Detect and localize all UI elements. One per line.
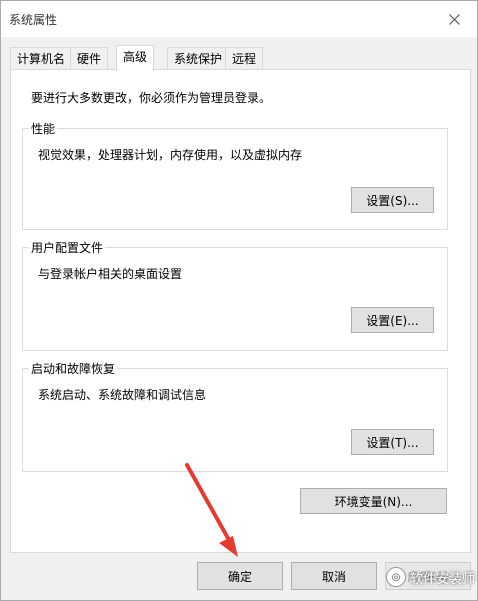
tab-hardware[interactable]: 硬件 [70,47,109,70]
startup-recovery-group: 启动和故障恢复 系统启动、系统故障和调试信息 设置(T)... [22,360,448,472]
close-icon [448,13,460,25]
window-title: 系统属性 [9,13,58,27]
admin-note: 要进行大多数更改，你必须作为管理员登录。 [31,91,272,105]
user-profiles-group-title: 用户配置文件 [29,239,106,256]
performance-group: 性能 视觉效果，处理器计划，内存使用，以及虚拟内存 设置(S)... [22,120,448,230]
startup-recovery-group-title: 启动和故障恢复 [29,360,118,377]
performance-settings-button[interactable]: 设置(S)... [351,187,434,213]
watermark: ◎ 软件安装师 [386,566,475,588]
startup-recovery-settings-button[interactable]: 设置(T)... [351,429,434,455]
startup-recovery-desc: 系统启动、系统故障和调试信息 [38,388,207,402]
environment-variables-button[interactable]: 环境变量(N)... [300,488,447,514]
close-button[interactable] [431,1,477,37]
ok-button[interactable]: 确定 [197,562,283,590]
tab-remote[interactable]: 远程 [225,47,264,70]
tab-computer-name[interactable]: 计算机名 [10,47,73,70]
user-profiles-group: 用户配置文件 与登录帐户相关的桌面设置 设置(E)... [22,239,448,351]
advanced-tab-panel: 要进行大多数更改，你必须作为管理员登录。 性能 视觉效果，处理器计划，内存使用，… [10,69,471,553]
watermark-logo-icon: ◎ [386,567,406,587]
user-profiles-settings-button[interactable]: 设置(E)... [351,307,434,333]
user-profiles-desc: 与登录帐户相关的桌面设置 [38,267,183,281]
system-properties-window: 系统属性 计算机名 硬件 高级 系统保护 远程 要进行大多数更改，你必须作为管理… [0,0,478,601]
performance-desc: 视觉效果，处理器计划，内存使用，以及虚拟内存 [38,148,303,162]
title-bar[interactable]: 系统属性 [1,1,477,37]
cancel-button[interactable]: 取消 [291,562,377,590]
watermark-text: 软件安装师 [410,571,476,587]
tab-system-protection[interactable]: 系统保护 [167,47,230,70]
tab-advanced[interactable]: 高级 [116,45,155,71]
performance-group-title: 性能 [29,120,58,137]
